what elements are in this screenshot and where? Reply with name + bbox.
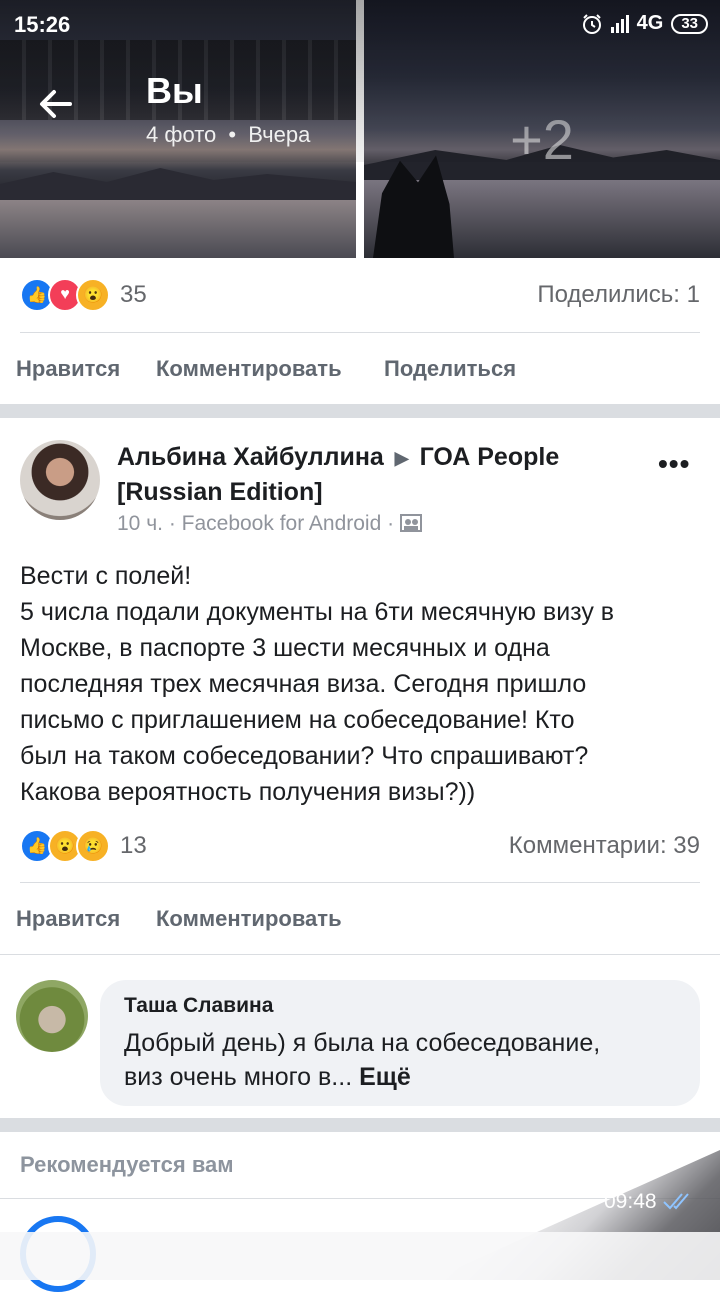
feed-separator — [0, 404, 720, 418]
reaction-count: 35 — [120, 281, 147, 308]
comment-button[interactable]: Комментировать — [156, 356, 342, 382]
post-text-line: Какова вероятность получения визы?)) — [20, 778, 476, 806]
header-subtitle: 4 фото • Вчера — [146, 122, 310, 148]
arrow-right-icon: ▶ — [394, 448, 409, 469]
post-header: Альбина Хайбуллина ▶ ГОА People [Russian… — [117, 440, 647, 509]
post-meta: 10 ч. · Facebook for Android · — [117, 512, 422, 536]
comment-text: Добрый день) я была на собеседование, ви… — [124, 1026, 684, 1094]
comment-button[interactable]: Комментировать — [156, 906, 342, 932]
author-avatar[interactable] — [20, 440, 100, 520]
recommended-label: Рекомендуется вам — [20, 1152, 234, 1177]
post-text-line: 5 числа подали документы на 6ти месячную… — [20, 598, 615, 626]
dot-separator: · — [387, 512, 400, 535]
post-source: Facebook for Android — [181, 512, 382, 535]
post-text-line: Москве, в паспорте 3 шести месячных и од… — [20, 634, 550, 662]
commenter-name[interactable]: Таша Славина — [124, 994, 273, 1018]
header-title: Вы — [146, 70, 203, 111]
photo-mountains — [0, 168, 356, 200]
post-text-line: последняя трех месячная виза. Сегодня пр… — [20, 670, 587, 698]
post-options-button[interactable]: ••• — [658, 448, 690, 480]
post-body: Вести с полей! 5 числа подали документы … — [20, 558, 710, 810]
photo-count: 4 фото — [146, 122, 217, 147]
divider — [20, 332, 700, 333]
back-arrow-icon[interactable] — [36, 84, 76, 124]
author-name[interactable]: Альбина Хайбуллина — [117, 443, 384, 471]
double-check-icon — [663, 1193, 690, 1210]
see-more-link[interactable]: Ещё — [359, 1063, 411, 1091]
commenter-avatar[interactable] — [16, 980, 88, 1052]
reaction-count: 13 — [120, 832, 147, 859]
post-text-line: письмо с приглашением на собеседование! … — [20, 706, 575, 734]
feed-separator — [0, 1118, 720, 1132]
reaction-summary[interactable]: 👍 😮 😢 13 — [20, 829, 147, 863]
comment-line: Добрый день) я была на собеседование, — [124, 1029, 601, 1057]
status-time: 15:26 — [14, 12, 71, 37]
dot-separator: · — [168, 512, 182, 535]
divider — [0, 954, 720, 955]
alarm-icon — [582, 13, 601, 34]
comment-line-2: виз очень много в... Ещё — [124, 1060, 684, 1094]
photo-water — [0, 200, 356, 258]
group-privacy-icon — [399, 514, 422, 532]
post-text-line: Вести с полей! — [20, 562, 192, 590]
post-date: Вчера — [248, 122, 311, 147]
status-icons: 4G 33 — [581, 12, 708, 35]
like-button[interactable]: Нравится — [16, 906, 120, 932]
comment-bubble[interactable]: Таша Славина Добрый день) я была на собе… — [100, 980, 700, 1106]
divider — [20, 882, 700, 883]
timestamp-text: 09:48 — [604, 1190, 657, 1213]
like-button[interactable]: Нравится — [16, 356, 120, 382]
shares-count[interactable]: Поделились: 1 — [537, 281, 700, 309]
comments-count[interactable]: Комментарии: 39 — [509, 832, 700, 860]
post-time: 10 ч. — [117, 512, 163, 535]
bottom-bar — [0, 1232, 720, 1280]
comment-line: виз очень много в... — [124, 1063, 353, 1091]
signal-icon — [610, 14, 629, 33]
wow-reaction-icon: 😮 — [76, 278, 110, 312]
post-text-line: был на таком собеседовании? Что спрашива… — [20, 742, 589, 770]
sad-reaction-icon: 😢 — [76, 829, 110, 863]
overlay-timestamp: 09:48 — [604, 1190, 692, 1214]
network-type: 4G — [636, 12, 664, 34]
battery-icon: 33 — [671, 13, 708, 34]
dot-separator: • — [228, 122, 237, 147]
share-button[interactable]: Поделиться — [384, 356, 516, 382]
reaction-summary[interactable]: 👍 ♥ 😮 35 — [20, 278, 147, 312]
